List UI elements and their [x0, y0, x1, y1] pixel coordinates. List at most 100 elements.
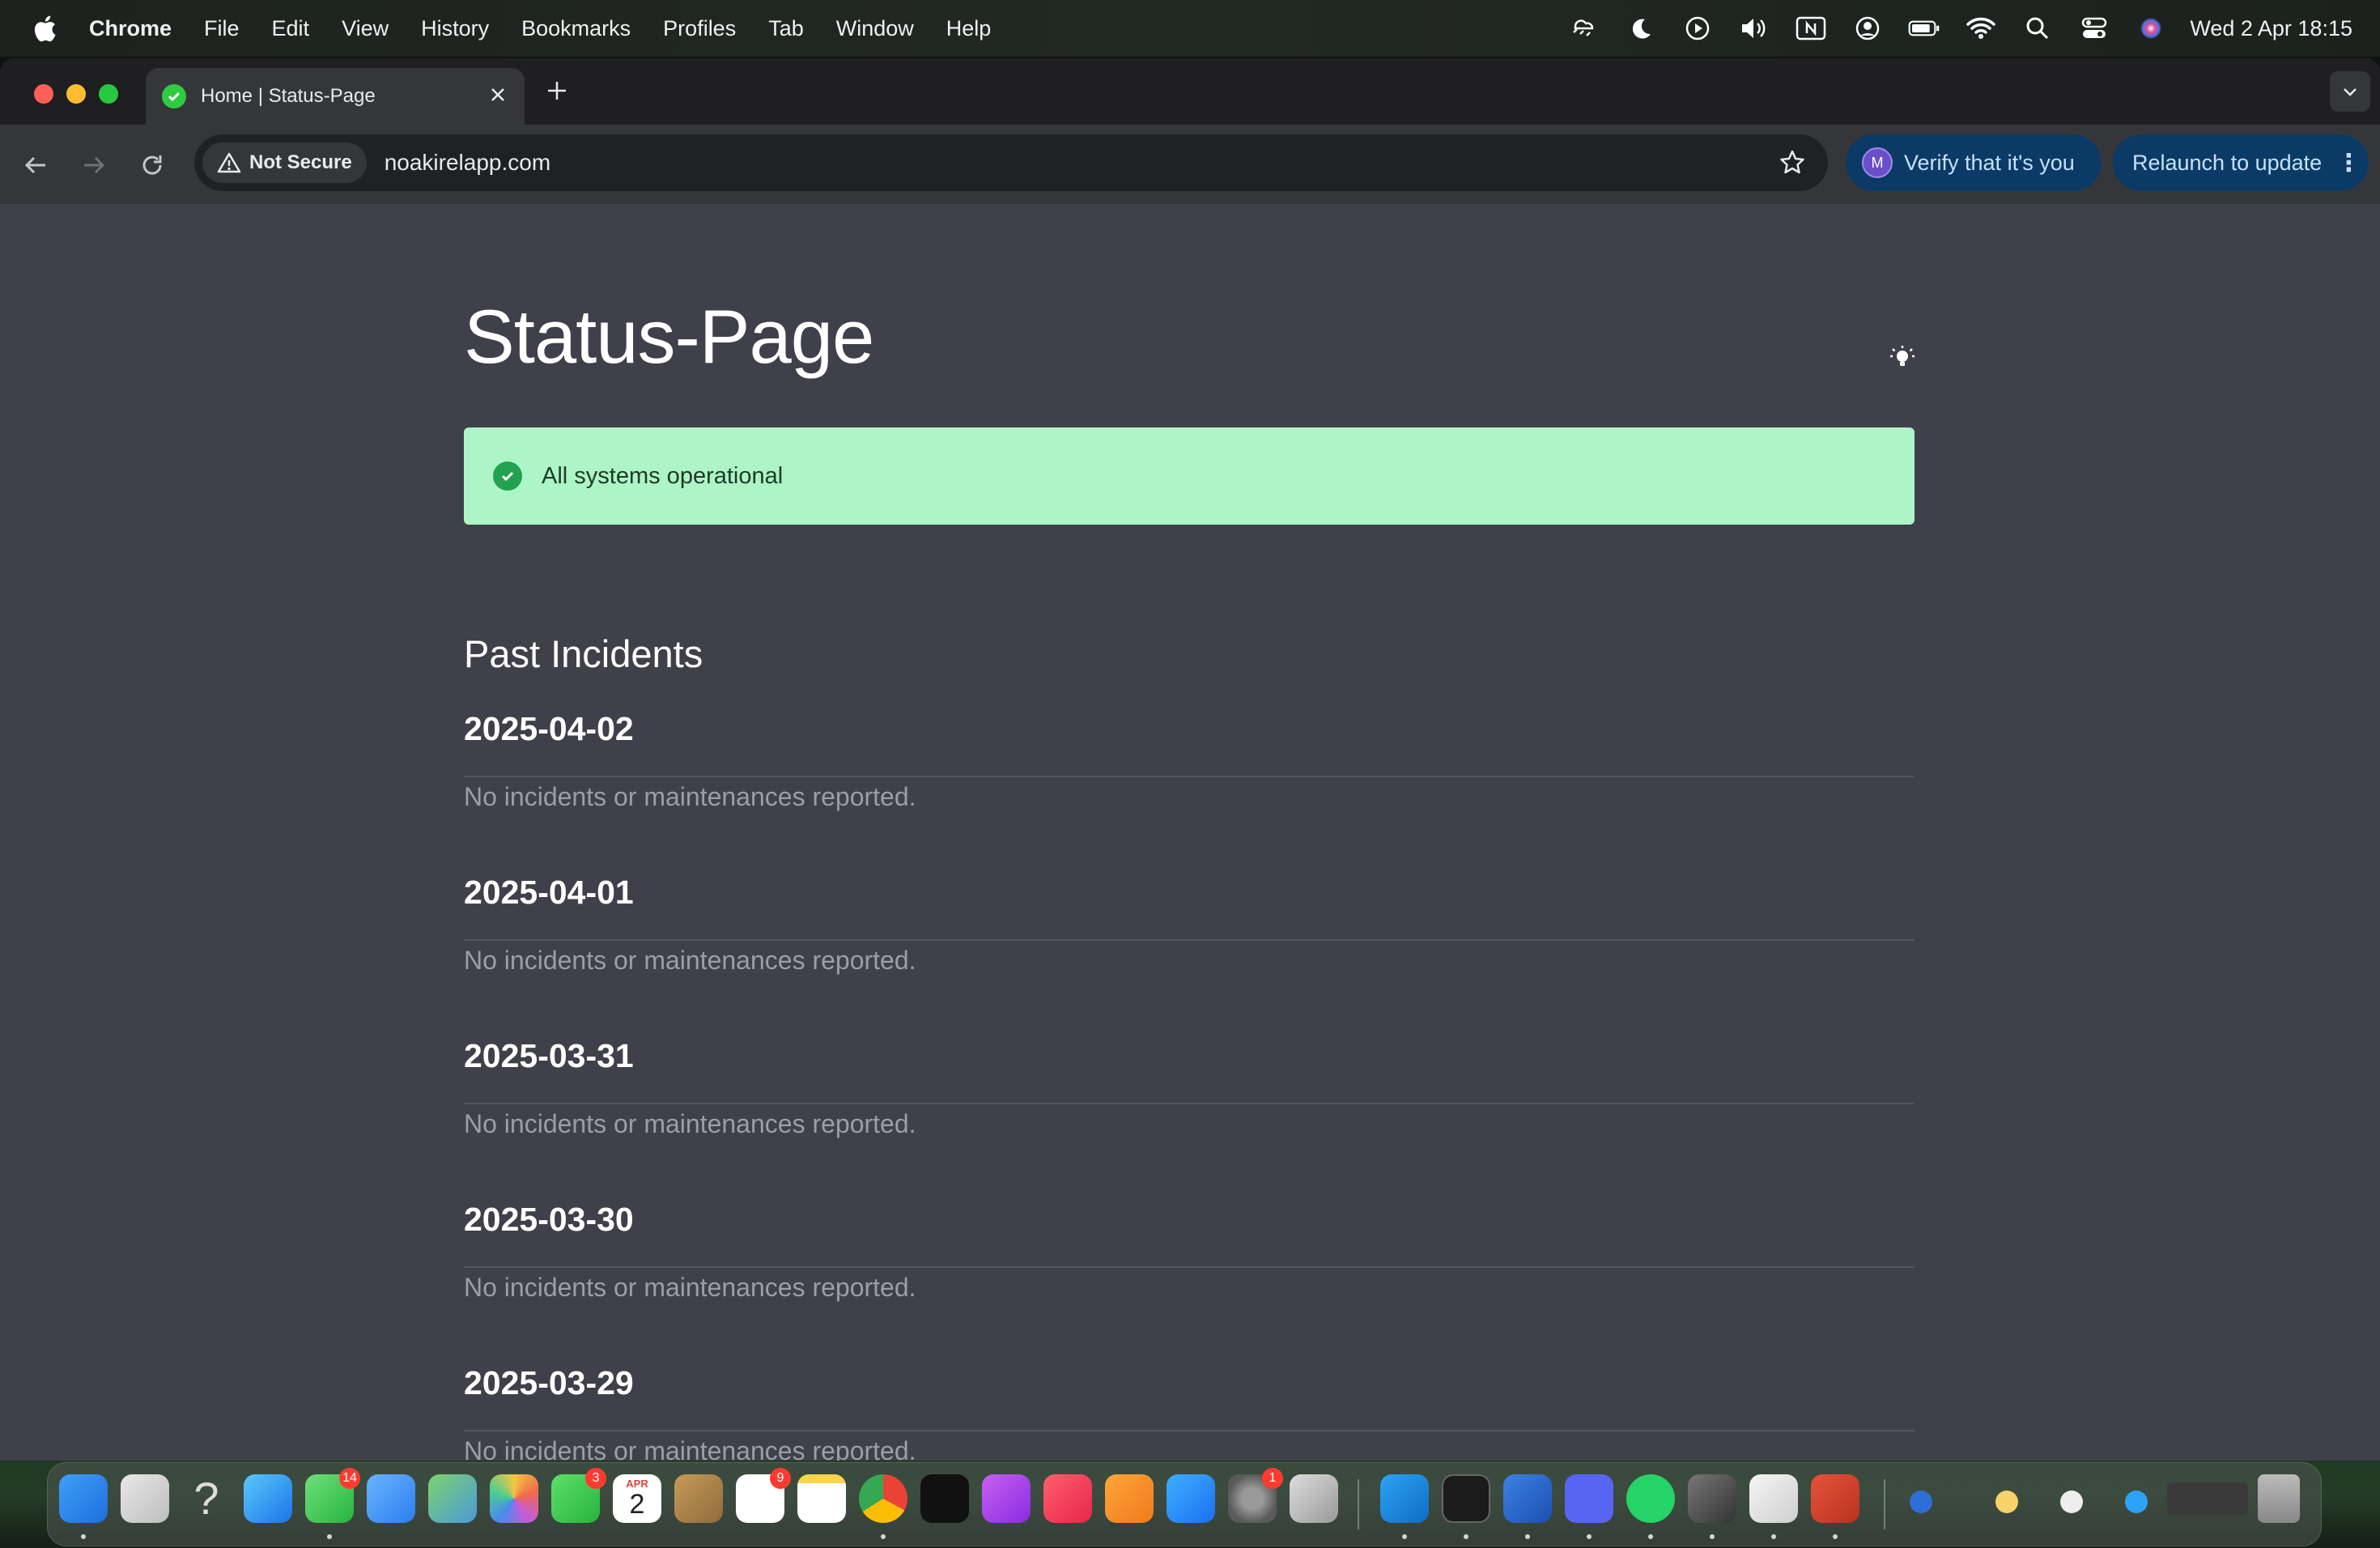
- discord-icon[interactable]: [1565, 1474, 1613, 1523]
- weather-icon[interactable]: [1568, 12, 1600, 45]
- trash-icon[interactable]: [2258, 1474, 2300, 1523]
- whatsapp-icon[interactable]: [1626, 1474, 1675, 1523]
- minimized-window-icon[interactable]: [1995, 1491, 2018, 1513]
- terminal-icon[interactable]: [1442, 1474, 1490, 1523]
- window-zoom-button[interactable]: [99, 84, 118, 104]
- back-arrow-icon[interactable]: [18, 147, 53, 183]
- minimized-window-icon[interactable]: [2060, 1491, 2083, 1513]
- control-center-icon[interactable]: [2078, 12, 2110, 45]
- help-question-icon[interactable]: ?: [182, 1474, 231, 1523]
- menu-help[interactable]: Help: [946, 16, 992, 41]
- incident-note: No incidents or maintenances reported.: [464, 1436, 916, 1461]
- bookmark-star-icon[interactable]: [1776, 146, 1808, 178]
- pages-icon[interactable]: [1105, 1474, 1154, 1523]
- reload-icon[interactable]: [134, 147, 170, 183]
- facetime-icon[interactable]: 3: [551, 1468, 606, 1523]
- menu-file[interactable]: File: [204, 16, 240, 41]
- contacts-icon[interactable]: [674, 1474, 723, 1523]
- menu-edit[interactable]: Edit: [272, 16, 310, 41]
- calendar-day: 2: [629, 1489, 645, 1520]
- chrome-icon[interactable]: [859, 1474, 907, 1523]
- word-icon[interactable]: [1503, 1474, 1552, 1523]
- apple-menu-icon[interactable]: [31, 13, 58, 44]
- address-bar[interactable]: Not Secure noakirelapp.com: [194, 134, 1828, 191]
- verify-label: Verify that it's you: [1904, 150, 2075, 175]
- spotlight-search-icon[interactable]: [2021, 12, 2054, 45]
- vscode-icon[interactable]: [1380, 1474, 1429, 1523]
- incident-date: 2025-04-02: [464, 710, 634, 747]
- minimized-window-icon[interactable]: [2167, 1482, 2248, 1515]
- safari-icon[interactable]: [244, 1474, 292, 1523]
- security-label: Not Secure: [249, 151, 352, 173]
- running-indicator: [1710, 1534, 1715, 1539]
- dock: ? 14 3 APR 2 9 1: [47, 1462, 2322, 1546]
- messages-badge: 14: [339, 1468, 360, 1489]
- keychain-icon[interactable]: [1688, 1474, 1736, 1523]
- textedit-icon[interactable]: [1749, 1474, 1798, 1523]
- messages-icon[interactable]: 14: [305, 1468, 360, 1523]
- wifi-icon[interactable]: [1965, 12, 1997, 45]
- iphone-mirroring-icon[interactable]: [1290, 1474, 1338, 1523]
- app-store-icon[interactable]: [1167, 1474, 1215, 1523]
- battery-icon[interactable]: [1908, 12, 1940, 45]
- menu-bar-clock[interactable]: Wed 2 Apr 18:15: [2190, 16, 2352, 41]
- incident-date: 2025-03-30: [464, 1201, 634, 1238]
- incident-note: No incidents or maintenances reported.: [464, 946, 916, 975]
- apple-tv-icon[interactable]: [920, 1474, 969, 1523]
- photos-icon[interactable]: [490, 1474, 538, 1523]
- calendar-icon[interactable]: APR 2: [613, 1474, 661, 1523]
- volume-icon[interactable]: [1738, 12, 1770, 45]
- menu-view[interactable]: View: [342, 16, 389, 41]
- relaunch-update-button[interactable]: Relaunch to update ⋮: [2113, 134, 2369, 191]
- play-icon[interactable]: [1681, 12, 1714, 45]
- tab-close-icon[interactable]: [487, 86, 508, 107]
- podcasts-icon[interactable]: [982, 1474, 1031, 1523]
- moon-icon[interactable]: [1625, 12, 1657, 45]
- menu-tab[interactable]: Tab: [768, 16, 804, 41]
- browser-window: Home | Status-Page Not Secure noakirelap…: [0, 58, 2380, 1461]
- facetime-badge: 3: [585, 1468, 606, 1489]
- more-menu-icon[interactable]: ⋮: [2336, 149, 2361, 177]
- input-source-icon[interactable]: [1795, 12, 1827, 45]
- reminders-badge: 9: [770, 1468, 791, 1489]
- security-indicator[interactable]: Not Secure: [202, 142, 367, 183]
- new-tab-button[interactable]: [541, 76, 573, 108]
- check-circle-icon: [493, 461, 522, 491]
- music-icon[interactable]: [1043, 1474, 1092, 1523]
- minimized-window-icon[interactable]: [2125, 1491, 2148, 1513]
- reminders-icon[interactable]: 9: [736, 1468, 791, 1523]
- incident-note: No incidents or maintenances reported.: [464, 782, 916, 811]
- status-menu-area: Wed 2 Apr 18:15: [1544, 0, 2352, 57]
- dock-separator: [1884, 1479, 1885, 1529]
- tab-status-page[interactable]: Home | Status-Page: [146, 68, 525, 125]
- mail-icon[interactable]: [367, 1474, 415, 1523]
- forward-arrow-icon[interactable]: [76, 147, 112, 183]
- menu-app-name[interactable]: Chrome: [89, 16, 172, 41]
- minimized-window-icon[interactable]: [1910, 1491, 1932, 1513]
- theme-toggle-lightbulb-icon[interactable]: [1886, 342, 1919, 374]
- powerpoint-icon[interactable]: [1811, 1474, 1859, 1523]
- tab-search-button[interactable]: [2330, 71, 2370, 112]
- system-settings-icon[interactable]: 1: [1228, 1468, 1283, 1523]
- running-indicator: [1525, 1534, 1530, 1539]
- launchpad-icon[interactable]: [121, 1474, 169, 1523]
- siri-icon[interactable]: [2135, 12, 2167, 45]
- divider: [464, 1103, 1915, 1104]
- maps-icon[interactable]: [428, 1474, 477, 1523]
- menu-window[interactable]: Window: [836, 16, 914, 41]
- notes-icon[interactable]: [797, 1474, 846, 1523]
- window-close-button[interactable]: [34, 84, 53, 104]
- user-account-icon[interactable]: [1851, 12, 1884, 45]
- url-text[interactable]: noakirelapp.com: [385, 150, 550, 176]
- running-indicator: [1464, 1534, 1468, 1539]
- finder-icon[interactable]: [59, 1474, 108, 1523]
- menu-profiles[interactable]: Profiles: [663, 16, 736, 41]
- running-indicator: [1771, 1534, 1776, 1539]
- running-indicator: [881, 1534, 886, 1539]
- menu-bookmarks[interactable]: Bookmarks: [521, 16, 631, 41]
- menu-history[interactable]: History: [421, 16, 489, 41]
- menu-bar: Chrome File Edit View History Bookmarks …: [0, 0, 2380, 57]
- incident-day: 2025-03-29 No incidents or maintenances …: [464, 1359, 1915, 1461]
- window-minimize-button[interactable]: [66, 84, 86, 104]
- verify-identity-button[interactable]: M Verify that it's you: [1846, 134, 2102, 191]
